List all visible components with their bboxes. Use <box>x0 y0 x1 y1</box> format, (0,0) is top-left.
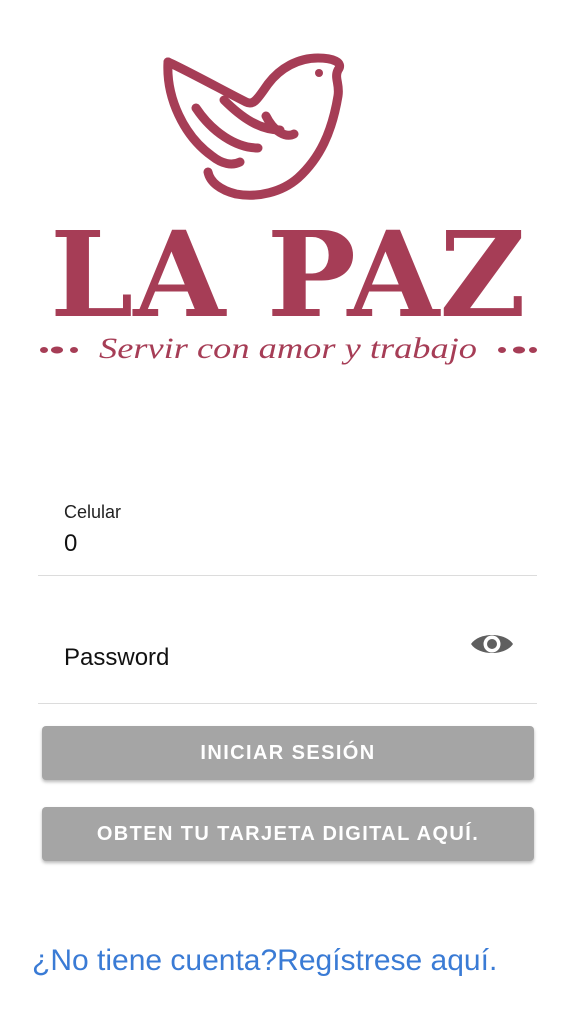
login-screen: LA PAZ Servir con amor y trabajo Celular <box>0 0 576 1024</box>
password-input[interactable] <box>64 644 484 672</box>
password-field[interactable] <box>38 612 537 704</box>
celular-label: Celular <box>64 502 122 522</box>
celular-input[interactable] <box>64 530 484 558</box>
celular-field[interactable]: Celular <box>38 490 537 576</box>
ornament-left-icon <box>40 346 78 354</box>
ornament-right-icon <box>498 346 537 354</box>
dove-icon <box>163 53 344 200</box>
login-button[interactable]: INICIAR SESIÓN <box>42 726 534 780</box>
digital-card-button[interactable]: OBTEN TU TARJETA DIGITAL AQUÍ. <box>42 807 534 861</box>
brand-logo: LA PAZ Servir con amor y trabajo <box>36 48 540 378</box>
brand-slogan: Servir con amor y trabajo <box>99 332 477 365</box>
register-link[interactable]: ¿No tiene cuenta?Regístrese aquí. <box>32 942 512 979</box>
eye-icon[interactable] <box>469 628 515 660</box>
brand-name: LA PAZ <box>50 205 526 344</box>
